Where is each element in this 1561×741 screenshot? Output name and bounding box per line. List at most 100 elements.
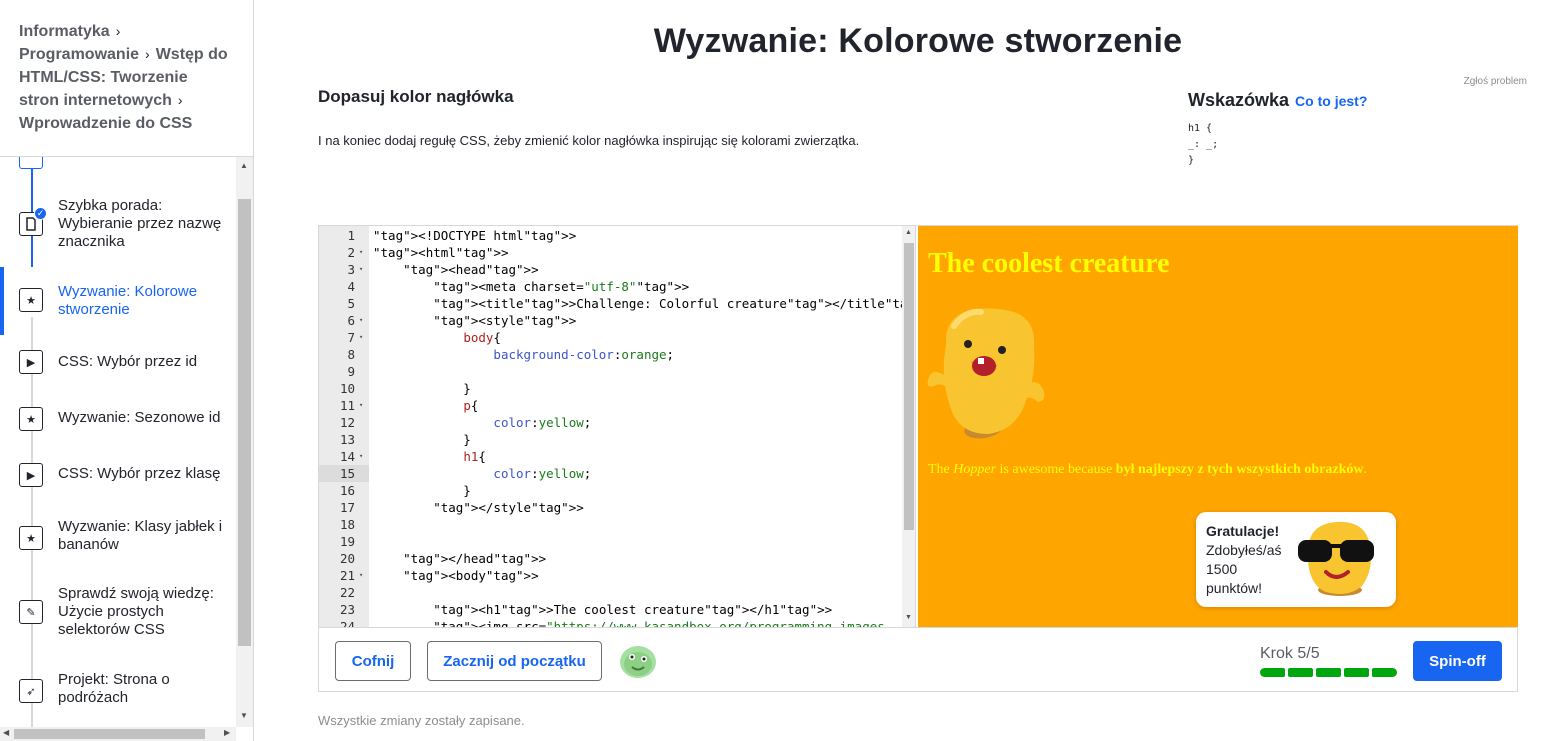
sidebar-scrollbar[interactable]: ▲ ▼ <box>236 157 253 727</box>
preview-heading: The coolest creature <box>928 248 1170 279</box>
scroll-down-icon[interactable]: ▼ <box>905 614 912 621</box>
sidebar-hscrollbar[interactable]: ◀ ▶ <box>0 727 236 741</box>
code-line[interactable]: 13 } <box>319 431 902 448</box>
scroll-left-icon[interactable]: ◀ <box>3 728 9 737</box>
code-text: "tag"><img src="https://www.kasandbox.or… <box>433 619 885 627</box>
avatar[interactable] <box>618 642 658 685</box>
line-number: 9 <box>347 364 355 379</box>
code-line[interactable]: 19 <box>319 533 902 550</box>
code-line[interactable]: 12 color:yellow; <box>319 414 902 431</box>
restart-button[interactable]: Zacznij od początku <box>427 641 602 681</box>
code-text: "tag"><head"tag">> <box>403 262 539 277</box>
code-text: } <box>373 381 471 396</box>
star-icon: ★ <box>19 526 43 550</box>
breadcrumb: Informatyka › Programowanie › Wstęp do HTML… <box>19 20 229 135</box>
code-line[interactable]: 8 background-color:orange; <box>319 346 902 363</box>
code-line[interactable]: 21 ▾ "tag"><body"tag">> <box>319 567 902 584</box>
breadcrumb-informatyka[interactable]: Informatyka <box>19 23 110 40</box>
scrollbar-thumb[interactable] <box>238 199 251 646</box>
fold-arrow-icon[interactable]: ▾ <box>359 567 369 584</box>
play-icon: ▶ <box>19 463 43 487</box>
spin-off-button[interactable]: Spin-off <box>1413 641 1502 681</box>
scroll-down-icon[interactable]: ▼ <box>240 711 248 720</box>
code-line[interactable]: 17 "tag"></style"tag">> <box>319 499 902 516</box>
star-icon: ★ <box>19 288 43 312</box>
breadcrumb-wprowadzenie[interactable]: Wprowadzenie do CSS <box>19 115 192 132</box>
code-line[interactable]: 16 } <box>319 482 902 499</box>
code-text: "tag"></head"tag">> <box>403 551 547 566</box>
code-line[interactable]: 4 "tag"><meta charset="utf-8""tag">> <box>319 278 902 295</box>
save-status: Wszystkie zmiany zostały zapisane. <box>318 713 525 728</box>
output-preview: The coolest creature The Hopper is aweso… <box>918 226 1518 627</box>
sidebar-item-label: CSS: Wybór przez klasę <box>58 465 221 482</box>
code-line[interactable]: 20 "tag"></head"tag">> <box>319 550 902 567</box>
sunglasses-creature-icon <box>1296 518 1382 607</box>
code-text: "tag"><h1"tag">>The coolest creature"tag… <box>433 602 833 617</box>
breadcrumb-programowanie[interactable]: Programowanie <box>19 46 139 63</box>
preview-text: is awesome because <box>996 462 1116 477</box>
scroll-up-icon[interactable]: ▲ <box>240 161 248 170</box>
code-line[interactable]: 11 ▾ p{ <box>319 397 902 414</box>
sidebar-list: ✓ Szybka porada: Wybieranie przez nazwę … <box>0 157 236 727</box>
line-number: 23 <box>339 602 355 617</box>
code-editor[interactable]: 1 "tag"><!DOCTYPE html"tag">> 2 ▾ "tag"><htm… <box>319 226 916 627</box>
hint-what-is-link[interactable]: Co to jest? <box>1295 93 1367 109</box>
code-line[interactable]: 22 <box>319 584 902 601</box>
code-line[interactable]: 14 ▾ h1{ <box>319 448 902 465</box>
code-line[interactable]: 7 ▾ body{ <box>319 329 902 346</box>
code-text: "tag"><meta charset="utf-8""tag">> <box>433 279 690 294</box>
code-line[interactable]: 1 "tag"><!DOCTYPE html"tag">> <box>319 227 902 244</box>
editor-scrollbar[interactable]: ▲ ▼ <box>902 226 915 627</box>
chevron-right-icon: › <box>115 23 121 39</box>
code-line[interactable]: 18 <box>319 516 902 533</box>
code-line[interactable]: 2 ▾ "tag"><html"tag">> <box>319 244 902 261</box>
progress-segment <box>1316 668 1341 677</box>
code-text: "tag"><style"tag">> <box>433 313 577 328</box>
fold-arrow-icon[interactable]: ▾ <box>359 448 369 465</box>
code-line[interactable]: 6 ▾ "tag"><style"tag">> <box>319 312 902 329</box>
report-problem-link[interactable]: Zgłoś problem <box>1464 76 1527 87</box>
sidebar-item-label: Wyzwanie: Kolorowe stworzenie <box>58 283 198 318</box>
chevron-right-icon: › <box>145 46 150 62</box>
fold-arrow-icon[interactable]: ▾ <box>359 261 369 278</box>
progress-segment <box>1288 668 1313 677</box>
sidebar-item-label: Wyzwanie: Sezonowe id <box>58 409 221 426</box>
code-line[interactable]: 9 <box>319 363 902 380</box>
scroll-right-icon[interactable]: ▶ <box>224 728 230 737</box>
hopper-creature-image <box>926 306 1046 451</box>
line-number: 15 <box>319 465 369 482</box>
code-line[interactable]: 23 "tag"><h1"tag">>The coolest creature"… <box>319 601 902 618</box>
code-line[interactable]: 10 } <box>319 380 902 397</box>
fold-arrow-icon[interactable]: ▾ <box>359 397 369 414</box>
code-line[interactable]: 15 color:yellow; <box>319 465 902 482</box>
code-line[interactable]: 3 ▾ "tag"><head"tag">> <box>319 261 902 278</box>
code-text: "tag"><body"tag">> <box>403 568 539 583</box>
fold-arrow-icon[interactable]: ▾ <box>359 329 369 346</box>
fold-arrow-icon[interactable]: ▾ <box>359 244 369 261</box>
code-area[interactable]: 1 "tag"><!DOCTYPE html"tag">> 2 ▾ "tag"><htm… <box>319 226 902 627</box>
fold-arrow-icon[interactable]: ▾ <box>359 312 369 329</box>
preview-paragraph: The Hopper is awesome because był najlep… <box>928 462 1367 478</box>
code-line[interactable]: 24 "tag"><img src="https://www.kasandbox… <box>319 618 902 627</box>
code-line[interactable]: 5 "tag"><title"tag">>Challenge: Colorful… <box>319 295 902 312</box>
congrats-toast: Gratulacje! Zdobyłeś/aś 1500 punktów! <box>1196 512 1396 607</box>
line-number: 5 <box>347 296 355 311</box>
scroll-up-icon[interactable]: ▲ <box>905 229 912 236</box>
line-number: 8 <box>347 347 355 362</box>
step-label: Krok 5/5 <box>1260 645 1320 662</box>
step-progress-bar <box>1260 668 1397 677</box>
code-text: color:yellow; <box>493 415 592 430</box>
code-text: "tag"><title"tag">>Challenge: Colorful c… <box>433 296 902 311</box>
code-text: p{ <box>463 398 479 413</box>
scrollbar-thumb[interactable] <box>14 729 205 739</box>
page-title: Wyzwanie: Kolorowe stworzenie <box>653 22 1183 60</box>
sidebar-item-label: CSS: Wybór przez id <box>58 353 198 370</box>
rocket-icon: ➶ <box>19 679 43 703</box>
check-icon: ✓ <box>34 207 47 220</box>
hint-heading: Wskazówka Co to jest? <box>1188 90 1367 111</box>
code-text: h1{ <box>463 449 486 464</box>
toast-text: Gratulacje! Zdobyłeś/aś 1500 punktów! <box>1206 522 1296 598</box>
article-icon <box>19 157 43 169</box>
scrollbar-thumb[interactable] <box>904 243 914 530</box>
undo-button[interactable]: Cofnij <box>335 641 411 681</box>
